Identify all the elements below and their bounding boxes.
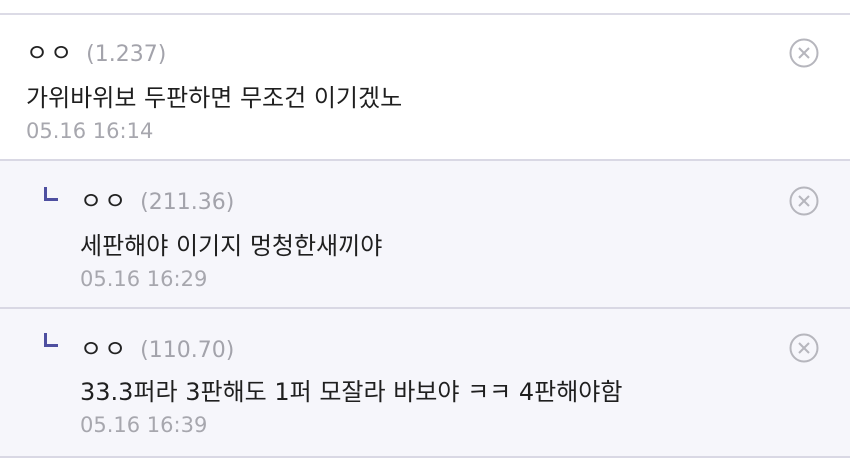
comment-text: 가위바위보 두판하면 무조건 이기겠노 [26, 84, 403, 112]
comment-header: ㅇㅇ (1.237) [26, 33, 166, 68]
reply-arrow-icon [44, 187, 58, 201]
ip-address: (110.70) [140, 338, 235, 363]
comment-date: 05.16 16:29 [80, 267, 208, 291]
nickname[interactable]: ㅇㅇ [80, 181, 128, 216]
comment-date: 05.16 16:39 [80, 413, 208, 437]
reply-item: ㅇㅇ (110.70) 33.3퍼라 3판해도 1퍼 모잘라 바보야 ㅋㅋ 4판… [0, 309, 850, 458]
reply-arrow-icon [44, 333, 58, 347]
reply-item: ㅇㅇ (211.36) 세판해야 이기지 멍청한새끼야 05.16 16:29 [0, 161, 850, 309]
comment-text: 세판해야 이기지 멍청한새끼야 [80, 232, 383, 260]
comment-date: 05.16 16:14 [26, 119, 154, 143]
nickname[interactable]: ㅇㅇ [26, 33, 74, 68]
comment-list: ㅇㅇ (1.237) 가위바위보 두판하면 무조건 이기겠노 05.16 16:… [0, 0, 850, 458]
comment-header: ㅇㅇ (211.36) [80, 181, 234, 216]
close-circle-icon[interactable] [789, 333, 819, 363]
comment-text: 33.3퍼라 3판해도 1퍼 모잘라 바보야 ㅋㅋ 4판해야함 [80, 378, 623, 406]
comment-header: ㅇㅇ (110.70) [80, 329, 234, 364]
ip-address: (211.36) [140, 190, 235, 215]
close-circle-icon[interactable] [789, 38, 819, 68]
nickname[interactable]: ㅇㅇ [80, 329, 128, 364]
close-circle-icon[interactable] [789, 186, 819, 216]
ip-address: (1.237) [86, 42, 167, 67]
comment-item: ㅇㅇ (1.237) 가위바위보 두판하면 무조건 이기겠노 05.16 16:… [0, 15, 850, 161]
